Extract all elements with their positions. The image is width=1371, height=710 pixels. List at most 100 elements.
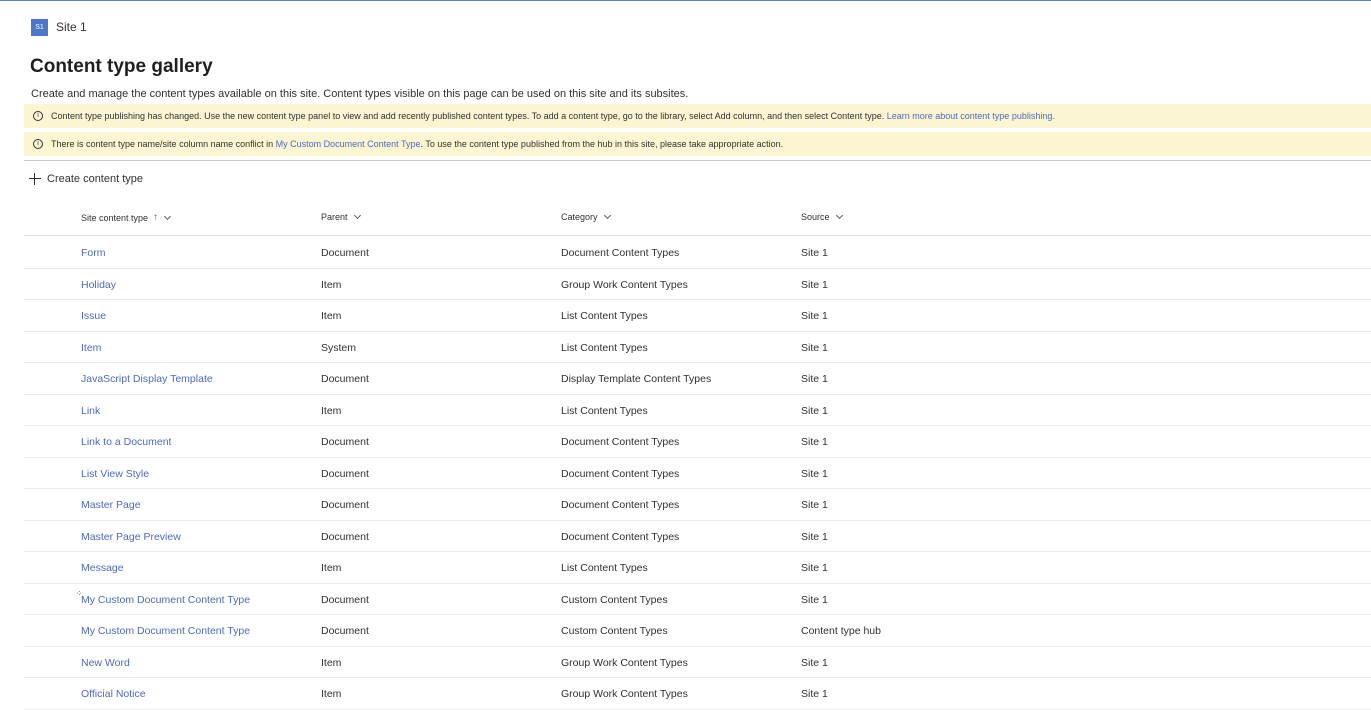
category-cell: Group Work Content Types xyxy=(561,278,688,291)
chevron-down-icon xyxy=(164,212,172,220)
source-cell: Site 1 xyxy=(801,341,828,354)
source-cell: Site 1 xyxy=(801,688,828,700)
content-type-list: Form Document Document Content Types Sit… xyxy=(24,237,1371,710)
page-title: Content type gallery xyxy=(30,56,213,77)
parent-cell: Item xyxy=(321,404,342,417)
category-cell: Custom Content Types xyxy=(561,593,668,606)
table-row[interactable]: Master Page Preview Document Document Co… xyxy=(24,521,1371,552)
table-row[interactable]: Master Page Document Document Content Ty… xyxy=(24,489,1371,521)
category-cell: Document Content Types xyxy=(561,467,680,480)
table-row[interactable]: List View Style Document Document Conten… xyxy=(24,458,1371,489)
content-type-name-link[interactable]: Official Notice xyxy=(81,688,146,700)
category-cell: Document Content Types xyxy=(561,499,680,511)
category-cell: Custom Content Types xyxy=(561,625,668,637)
source-cell: Site 1 xyxy=(801,310,828,322)
chevron-down-icon xyxy=(353,211,361,220)
category-cell: Display Template Content Types xyxy=(561,373,712,385)
source-cell: Site 1 xyxy=(801,593,828,606)
command-bar-divider xyxy=(24,160,1371,161)
parent-cell: Document xyxy=(321,499,369,511)
content-type-name-link[interactable]: Item xyxy=(81,342,101,354)
source-cell: Content type hub xyxy=(801,625,881,637)
column-header-source[interactable]: Source xyxy=(801,211,843,222)
parent-cell: Document xyxy=(321,436,369,448)
content-type-name-link[interactable]: Issue xyxy=(81,310,106,322)
table-row[interactable]: My Custom Document Content Type Document… xyxy=(24,615,1371,647)
content-type-name-link[interactable]: Link to a Document xyxy=(81,436,171,448)
parent-cell: Document xyxy=(321,373,369,385)
column-header-parent[interactable]: Parent xyxy=(321,211,361,222)
category-cell: List Content Types xyxy=(561,310,648,322)
create-content-type-button[interactable]: Create content type xyxy=(29,171,143,187)
category-cell: Group Work Content Types xyxy=(561,688,688,700)
chevron-down-icon xyxy=(835,211,843,220)
source-cell: Site 1 xyxy=(801,436,828,448)
parent-cell: Document xyxy=(321,530,369,543)
conflict-banner-suffix: . To use the content type published from… xyxy=(420,139,784,149)
source-cell: Site 1 xyxy=(801,656,828,669)
column-header-category[interactable]: Category xyxy=(561,211,611,222)
conflict-banner-prefix: There is content type name/site column n… xyxy=(51,139,274,149)
content-type-name-link[interactable]: My Custom Document Content Type xyxy=(81,625,250,637)
category-cell: Group Work Content Types xyxy=(561,656,688,669)
table-row[interactable]: JavaScript Display Template Document Dis… xyxy=(24,363,1371,395)
parent-cell: Item xyxy=(321,562,342,574)
table-row[interactable]: Issue Item List Content Types Site 1 xyxy=(24,300,1371,332)
parent-cell: Item xyxy=(321,278,342,291)
content-type-name-link[interactable]: JavaScript Display Template xyxy=(81,373,213,385)
publishing-banner-text: Content type publishing has changed. Use… xyxy=(51,111,885,121)
page-description: Create and manage the content types avai… xyxy=(31,88,689,100)
parent-cell: Document xyxy=(321,593,369,606)
info-icon: i xyxy=(33,139,43,149)
table-row[interactable]: Holiday Item Group Work Content Types Si… xyxy=(24,269,1371,300)
content-type-name-link[interactable]: Form xyxy=(81,247,106,259)
source-cell: Site 1 xyxy=(801,278,828,291)
parent-cell: Document xyxy=(321,247,369,259)
top-accent-line xyxy=(0,0,1371,1)
learn-more-link[interactable]: Learn more about content type publishing… xyxy=(887,111,1055,121)
category-cell: Document Content Types xyxy=(561,247,680,259)
table-header: Site content type ↑ Parent Category Sour… xyxy=(24,208,1371,230)
parent-cell: System xyxy=(321,341,357,354)
category-cell: Document Content Types xyxy=(561,530,680,543)
source-cell: Site 1 xyxy=(801,499,828,511)
table-row[interactable]: Link Item List Content Types Site 1 xyxy=(24,395,1371,426)
info-icon: i xyxy=(33,111,43,121)
table-row[interactable]: Form Document Document Content Types Sit… xyxy=(24,237,1371,269)
site-name[interactable]: Site 1 xyxy=(56,20,87,34)
column-header-site-content-type[interactable]: Site content type ↑ xyxy=(81,212,172,223)
chevron-down-icon xyxy=(603,211,611,220)
publishing-info-banner: i Content type publishing has changed. U… xyxy=(24,104,1371,128)
content-type-name-link[interactable]: Master Page Preview xyxy=(81,531,181,543)
source-cell: Site 1 xyxy=(801,404,828,417)
site-logo[interactable]: S1 xyxy=(31,18,48,36)
content-type-name-link[interactable]: Holiday xyxy=(81,279,116,291)
source-cell: Site 1 xyxy=(801,530,828,543)
conflict-content-type-link[interactable]: My Custom Document Content Type xyxy=(276,139,421,149)
content-type-name-link[interactable]: My Custom Document Content Type xyxy=(81,594,250,606)
parent-cell: Item xyxy=(321,688,342,700)
category-cell: Document Content Types xyxy=(561,436,680,448)
plus-icon xyxy=(29,173,41,185)
table-row[interactable]: ⁘ My Custom Document Content Type Docume… xyxy=(24,584,1371,615)
table-row[interactable]: Item System List Content Types Site 1 xyxy=(24,332,1371,363)
source-cell: Site 1 xyxy=(801,467,828,480)
table-row[interactable]: New Word Item Group Work Content Types S… xyxy=(24,647,1371,678)
content-type-name-link[interactable]: Message xyxy=(81,562,124,574)
sort-ascending-icon: ↑ xyxy=(153,212,159,223)
table-row[interactable]: Official Notice Item Group Work Content … xyxy=(24,678,1371,710)
create-content-type-label: Create content type xyxy=(47,173,144,185)
content-type-name-link[interactable]: Master Page xyxy=(81,499,141,511)
category-cell: List Content Types xyxy=(561,341,648,354)
header-divider xyxy=(24,235,1371,236)
site-header[interactable]: S1 Site 1 xyxy=(31,18,87,36)
category-cell: List Content Types xyxy=(561,404,648,417)
content-type-name-link[interactable]: List View Style xyxy=(81,468,149,480)
content-type-name-link[interactable]: Link xyxy=(81,405,100,417)
table-row[interactable]: Message Item List Content Types Site 1 xyxy=(24,552,1371,584)
content-type-name-link[interactable]: New Word xyxy=(81,657,130,669)
table-row[interactable]: Link to a Document Document Document Con… xyxy=(24,426,1371,458)
parent-cell: Item xyxy=(321,310,342,322)
category-cell: List Content Types xyxy=(561,562,648,574)
source-cell: Site 1 xyxy=(801,562,828,574)
